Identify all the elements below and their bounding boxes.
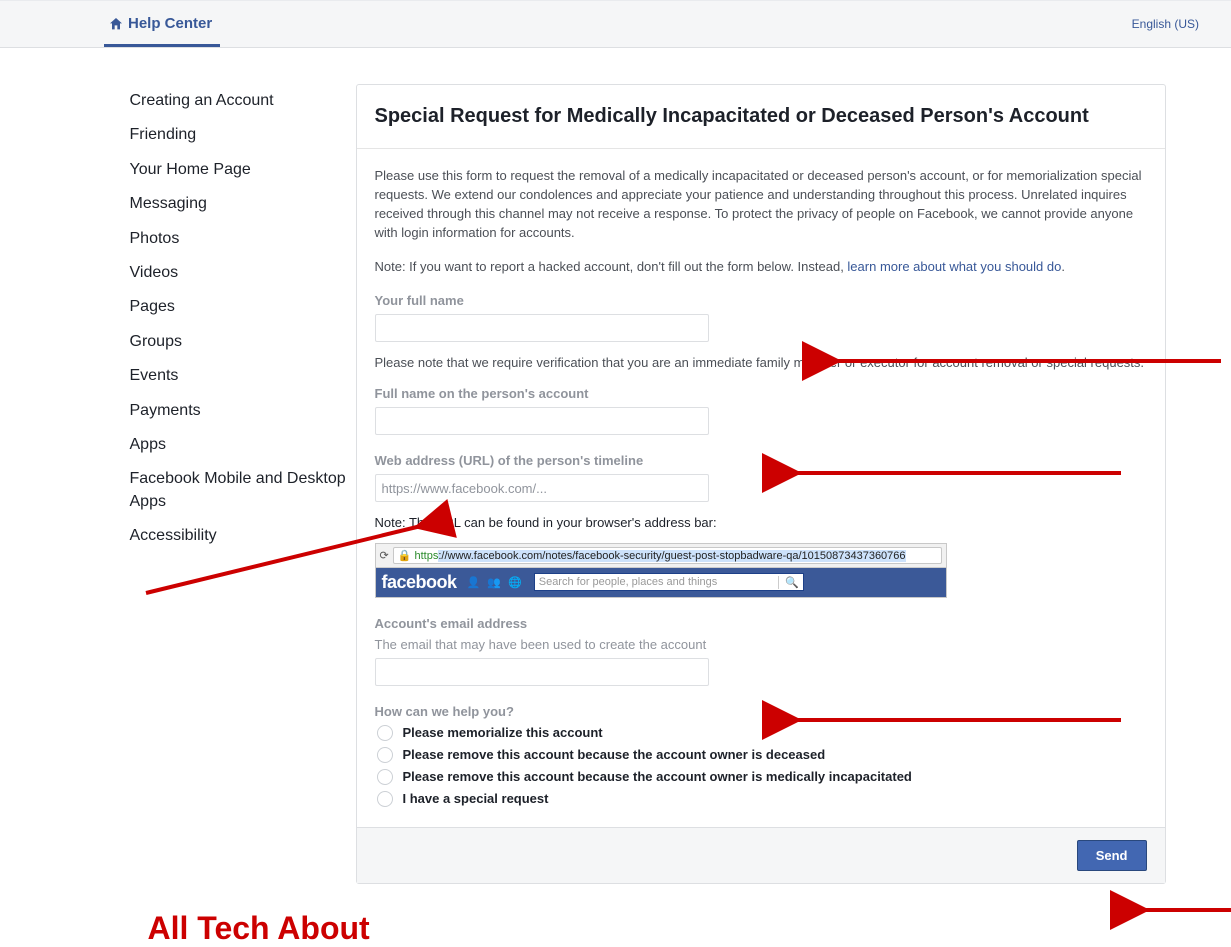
language-link[interactable]: English (US) <box>1132 17 1199 31</box>
radio-remove-deceased[interactable] <box>377 747 393 763</box>
url-example-image: ⟳ 🔒 https://www.facebook.com/notes/faceb… <box>375 543 947 598</box>
hacked-note: Note: If you want to report a hacked acc… <box>375 258 1147 277</box>
sidebar-item-events[interactable]: Events <box>130 359 356 393</box>
sidebar-item-accessibility[interactable]: Accessibility <box>130 519 356 553</box>
card-title: Special Request for Medically Incapacita… <box>375 105 1147 128</box>
help-center-label: Help Center <box>128 15 212 32</box>
example-url-rest: ://www.facebook.com/notes/facebook-secur… <box>438 550 905 562</box>
email-input[interactable] <box>375 658 709 686</box>
example-search-box: Search for people, places and things 🔍 <box>534 573 804 591</box>
sidebar-item-friending[interactable]: Friending <box>130 118 356 152</box>
radio-remove-incapacitated[interactable] <box>377 769 393 785</box>
email-sublabel: The email that may have been used to cre… <box>375 637 1147 652</box>
sidebar-item-pages[interactable]: Pages <box>130 290 356 324</box>
radio-special-request-label: I have a special request <box>403 791 549 806</box>
radio-memorialize[interactable] <box>377 725 393 741</box>
sidebar-item-creating-account[interactable]: Creating an Account <box>130 84 356 118</box>
learn-more-link[interactable]: learn more about what you should do <box>847 259 1061 274</box>
radio-remove-deceased-label: Please remove this account because the a… <box>403 747 826 762</box>
sidebar-item-home-page[interactable]: Your Home Page <box>130 153 356 187</box>
note-prefix: Note: If you want to report a hacked acc… <box>375 259 848 274</box>
sidebar-item-videos[interactable]: Videos <box>130 256 356 290</box>
help-center-tab[interactable]: Help Center <box>104 15 220 47</box>
email-label: Account's email address <box>375 616 1147 631</box>
annotation-brand-text: All Tech About <box>148 910 370 947</box>
radio-special-request[interactable] <box>377 791 393 807</box>
url-help: Note: The URL can be found in your brows… <box>375 514 1147 532</box>
sidebar-item-messaging[interactable]: Messaging <box>130 187 356 221</box>
full-name-input[interactable] <box>375 314 709 342</box>
radio-remove-incapacitated-label: Please remove this account because the a… <box>403 769 912 784</box>
note-suffix: . <box>1061 259 1065 274</box>
person-name-label: Full name on the person's account <box>375 386 1147 401</box>
example-https: https <box>414 550 438 562</box>
full-name-label: Your full name <box>375 293 1147 308</box>
facebook-logo: facebook <box>382 572 457 593</box>
sidebar-item-photos[interactable]: Photos <box>130 222 356 256</box>
sidebar-item-apps[interactable]: Apps <box>130 428 356 462</box>
url-input[interactable] <box>375 474 709 502</box>
radio-memorialize-label: Please memorialize this account <box>403 725 603 740</box>
reload-icon: ⟳ <box>380 549 389 562</box>
mini-icons: 👤 👥 🌐 <box>467 576 524 589</box>
arrow-icon <box>1134 900 1231 920</box>
home-icon <box>108 16 124 32</box>
sidebar-item-groups[interactable]: Groups <box>130 325 356 359</box>
sidebar: Creating an Account Friending Your Home … <box>66 84 356 553</box>
person-name-input[interactable] <box>375 407 709 435</box>
lock-icon: 🔒 <box>398 550 412 562</box>
sidebar-item-mobile-desktop-apps[interactable]: Facebook Mobile and Desktop Apps <box>130 462 356 519</box>
help-question-label: How can we help you? <box>375 704 1147 719</box>
full-name-help: Please note that we require verification… <box>375 354 1147 372</box>
example-search-placeholder: Search for people, places and things <box>539 576 718 588</box>
intro-text: Please use this form to request the remo… <box>375 167 1147 242</box>
send-button[interactable]: Send <box>1077 840 1147 871</box>
url-label: Web address (URL) of the person's timeli… <box>375 453 1147 468</box>
search-icon: 🔍 <box>778 576 799 589</box>
request-form-card: Special Request for Medically Incapacita… <box>356 84 1166 884</box>
sidebar-item-payments[interactable]: Payments <box>130 394 356 428</box>
